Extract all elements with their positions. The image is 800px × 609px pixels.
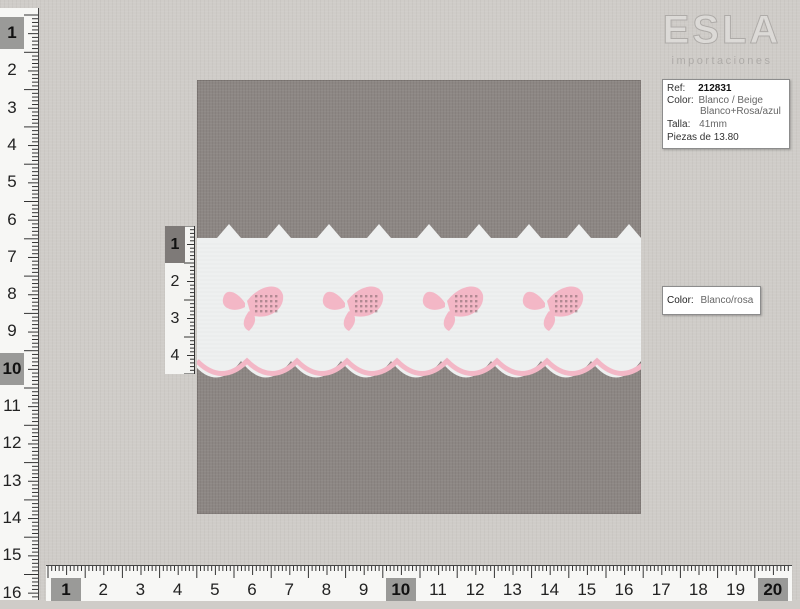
ruler-number: 19 — [726, 580, 746, 599]
product-info-card: Ref: 212831 Color: Blanco / Beige Blanco… — [662, 79, 790, 149]
logo-word: ESLA — [662, 8, 782, 53]
ruler-number: 5 — [7, 172, 17, 192]
ruler-number: 9 — [358, 580, 369, 599]
ref-row: Ref: 212831 — [667, 83, 732, 94]
ruler-number: 18 — [688, 580, 708, 599]
ruler-number: 3 — [135, 580, 146, 599]
ruler-number: 5 — [210, 580, 220, 599]
color-value-2: Blanco+Rosa/azul — [700, 106, 781, 117]
ruler-number: 4 — [172, 580, 183, 599]
ruler-number: 14 — [540, 580, 560, 599]
ruler-number: 11 — [429, 580, 447, 599]
ruler-number: 2 — [7, 60, 17, 80]
ruler-number: 16 — [614, 580, 634, 599]
color-value-1: Blanco / Beige — [698, 95, 763, 106]
ruler-number: 12 — [2, 433, 22, 453]
horizontal-ruler: 1 2 3 4 5 6 7 8 9 10 11 12 13 14 15 16 17 18 19 20 — [46, 565, 792, 601]
ruler-number: 8 — [7, 284, 17, 304]
ruler-number: 15 — [577, 580, 597, 599]
color-row-2: Blanco+Rosa/azul — [700, 106, 781, 117]
size-value: 41mm — [699, 119, 727, 130]
ruler-number: 1 — [0, 17, 24, 49]
ruler-number: 10 — [385, 578, 416, 601]
ruler-number: 6 — [247, 580, 257, 599]
ruler-number: 13 — [502, 580, 522, 599]
ruler-number: 14 — [2, 507, 22, 527]
ruler-number: 3 — [170, 310, 180, 327]
ruler-number: 4 — [7, 134, 17, 154]
size-label: Talla: — [667, 119, 691, 130]
ruler-number: 1 — [51, 578, 81, 601]
pieces-row: Piezas de 13.80 — [667, 132, 739, 143]
ruler-ticks — [47, 566, 789, 578]
vertical-ruler: 1 2 3 4 5 6 7 8 9 10 11 12 13 14 15 16 — [0, 8, 39, 602]
ruler-number: 20 — [757, 578, 788, 601]
ruler-number: 13 — [2, 470, 22, 490]
ruler-number: 7 — [284, 580, 294, 599]
ruler-number: 10 — [0, 352, 24, 385]
ref-value: 212831 — [698, 83, 732, 94]
ruler-number: 1 — [165, 226, 185, 263]
product-board — [197, 80, 641, 514]
ref-label: Ref: — [667, 83, 686, 94]
ruler-number: 16 — [2, 582, 22, 602]
variant-color-label: Color: — [667, 295, 694, 306]
ruler-number: 3 — [7, 97, 17, 117]
ruler-number: 4 — [170, 347, 180, 364]
color-label: Color: — [667, 95, 694, 106]
ruler-number: 11 — [3, 396, 21, 415]
variant-color-value: Blanco/rosa — [700, 295, 754, 306]
color-row: Color: Blanco / Beige — [667, 95, 763, 106]
variant-color-row: Color: Blanco/rosa — [667, 295, 753, 306]
logo-tagline: importaciones — [671, 55, 773, 67]
brand-logo: ESLA importaciones — [660, 8, 784, 68]
ruler-number: 7 — [7, 246, 17, 266]
sample-width-ruler: 1 2 3 4 — [165, 226, 195, 374]
ruler-number: 15 — [2, 545, 22, 565]
ruler-number: 2 — [170, 273, 180, 290]
pieces-text: Piezas de 13.80 — [667, 132, 739, 143]
variant-color-card: Color: Blanco/rosa — [662, 286, 761, 315]
eyelet-lace-trim — [197, 224, 641, 378]
ruler-number: 8 — [321, 580, 332, 599]
ruler-number: 6 — [7, 209, 17, 229]
ruler-number: 9 — [7, 321, 17, 341]
ruler-number: 12 — [465, 580, 485, 599]
ruler-number: 2 — [98, 580, 108, 599]
size-row: Talla: 41mm — [667, 119, 727, 130]
ruler-number: 17 — [651, 580, 671, 599]
